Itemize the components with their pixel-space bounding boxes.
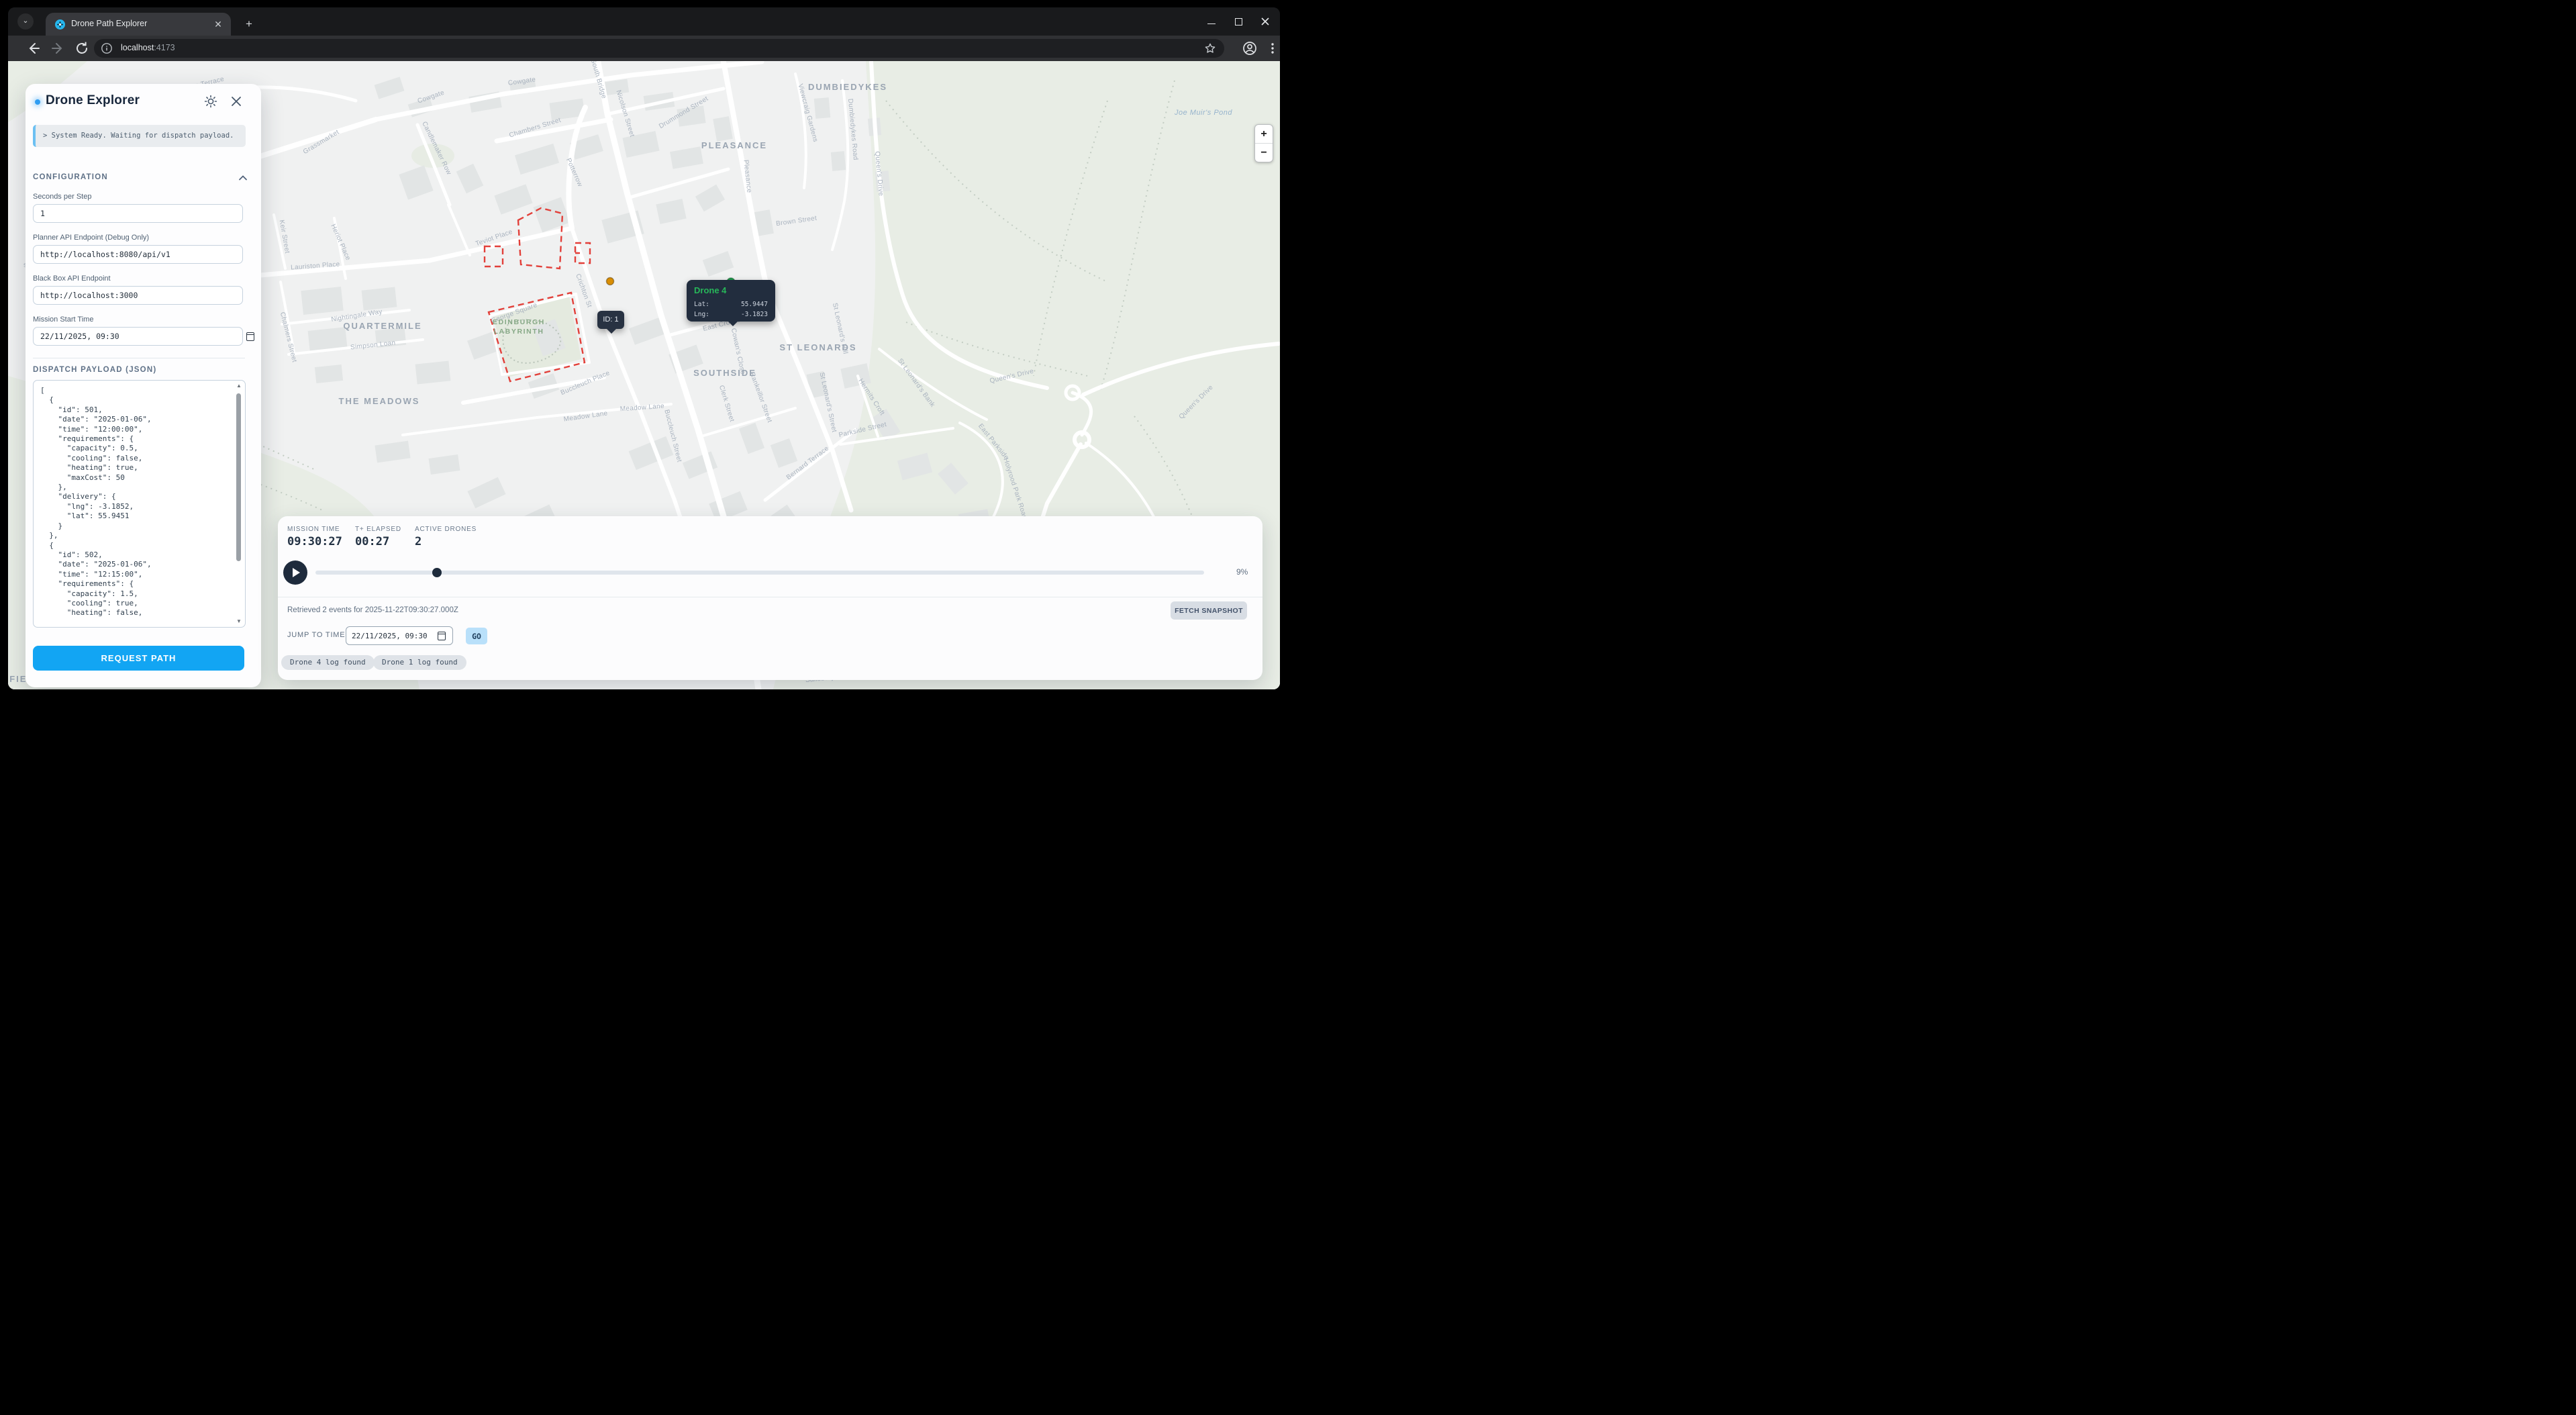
slider-thumb[interactable]: [432, 568, 442, 577]
map-area-label: SOUTHSIDE: [693, 368, 756, 378]
configuration-heading: CONFIGURATION: [33, 173, 108, 181]
mission-time-stat: MISSION TIME 09:30:27: [287, 526, 342, 548]
request-path-button[interactable]: REQUEST PATH: [33, 646, 244, 671]
browser-window: ⌄ Drone Path Explorer ✕ + localhost:4173: [8, 7, 1280, 689]
calendar-icon[interactable]: [438, 632, 446, 640]
system-status-message: > System Ready. Waiting for dispatch pay…: [33, 125, 246, 147]
progress-percent: 9%: [1236, 567, 1248, 577]
planner-endpoint-input[interactable]: [33, 245, 243, 264]
blackbox-endpoint-input[interactable]: [33, 286, 243, 305]
drone-explorer-panel: Drone Explorer > System Ready. Waiting f…: [26, 84, 261, 687]
dispatch-payload-heading: DISPATCH PAYLOAD (JSON): [33, 366, 156, 374]
map-area-label: PLEASANCE: [701, 140, 767, 150]
map-area-label: EDINBURGH: [493, 318, 545, 326]
seconds-per-step-label: Seconds per Step: [33, 193, 91, 201]
browser-toolbar: localhost:4173: [8, 36, 1280, 61]
tab-search-icon[interactable]: ⌄: [17, 13, 34, 30]
drone-log-chip: Drone 1 log found: [373, 655, 466, 670]
map-zoom-control: + −: [1254, 124, 1273, 162]
tab-title: Drone Path Explorer: [71, 19, 147, 28]
map-area-label: ST LEONARDS: [779, 342, 856, 352]
timeline-slider[interactable]: [315, 571, 1204, 575]
seconds-per-step-input[interactable]: [33, 204, 243, 223]
mission-start-label: Mission Start Time: [33, 315, 93, 324]
map-area-label: THE MEADOWS: [339, 396, 420, 406]
jump-to-time-input[interactable]: [346, 626, 453, 645]
drone-1-marker[interactable]: [607, 278, 614, 285]
events-status-text: Retrieved 2 events for 2025-11-22T09:30:…: [287, 606, 458, 614]
bookmark-star-icon[interactable]: [1204, 42, 1216, 54]
map-area-label: Joe Muir's Pond: [1174, 109, 1232, 117]
site-info-icon[interactable]: [101, 42, 113, 54]
drone-log-chip: Drone 4 log found: [281, 655, 375, 670]
mission-start-input[interactable]: [33, 327, 243, 346]
window-maximize-button[interactable]: [1233, 16, 1244, 27]
tab-close-icon[interactable]: ✕: [212, 18, 224, 30]
scrollbar-thumb[interactable]: [236, 393, 241, 561]
chevron-up-icon[interactable]: [238, 175, 248, 181]
map-area-label: DUMBIEDYKES: [808, 82, 887, 92]
new-tab-button[interactable]: +: [240, 15, 258, 33]
panel-title: Drone Explorer: [46, 93, 140, 108]
drone-4-tooltip: Drone 4 Lat:55.9447 Lng:-3.1823: [687, 280, 775, 322]
map-area-label: LABYRINTH: [493, 328, 544, 336]
go-button[interactable]: GO: [466, 628, 487, 644]
browser-tab[interactable]: Drone Path Explorer ✕: [46, 13, 231, 36]
theme-toggle-sun-icon[interactable]: [204, 95, 217, 108]
elapsed-stat: T+ ELAPSED 00:27: [355, 526, 401, 548]
drone-4-tooltip-title: Drone 4: [694, 285, 768, 295]
zoom-out-button[interactable]: −: [1255, 144, 1273, 162]
fetch-snapshot-button[interactable]: FETCH SNAPSHOT: [1171, 601, 1247, 620]
blackbox-endpoint-label: Black Box API Endpoint: [33, 275, 111, 283]
window-minimize-button[interactable]: [1206, 16, 1217, 27]
url-text: localhost:4173: [121, 43, 175, 52]
panel-close-icon[interactable]: [230, 95, 243, 108]
window-close-button[interactable]: [1260, 16, 1271, 27]
profile-icon[interactable]: [1242, 40, 1258, 56]
playback-panel: MISSION TIME 09:30:27 T+ ELAPSED 00:27 A…: [278, 516, 1262, 680]
calendar-icon[interactable]: [246, 332, 254, 341]
active-drones-stat: ACTIVE DRONES 2: [415, 526, 477, 548]
play-button[interactable]: [283, 560, 307, 585]
textarea-scrollbar[interactable]: ▲ ▼: [235, 383, 243, 625]
zoom-in-button[interactable]: +: [1255, 125, 1273, 144]
menu-dots-icon[interactable]: [1265, 40, 1280, 56]
status-dot: [35, 99, 40, 105]
map-area-label: QUARTERMILE: [343, 321, 422, 331]
jump-to-time-label: JUMP TO TIME: [287, 631, 345, 639]
url-bar[interactable]: localhost:4173: [94, 39, 1224, 58]
scroll-down-icon[interactable]: ▼: [235, 618, 243, 625]
favicon-drone-icon: [55, 19, 65, 30]
planner-endpoint-label: Planner API Endpoint (Debug Only): [33, 234, 149, 242]
reload-icon[interactable]: [74, 40, 90, 56]
back-icon[interactable]: [26, 40, 42, 56]
scroll-up-icon[interactable]: ▲: [235, 383, 243, 389]
tab-strip: ⌄ Drone Path Explorer ✕ +: [8, 7, 1280, 36]
forward-icon[interactable]: [50, 40, 66, 56]
dispatch-payload-textarea[interactable]: [ { "id": 501, "date": "2025-01-06", "ti…: [33, 380, 246, 628]
drone-1-tooltip: ID: 1: [597, 311, 624, 329]
